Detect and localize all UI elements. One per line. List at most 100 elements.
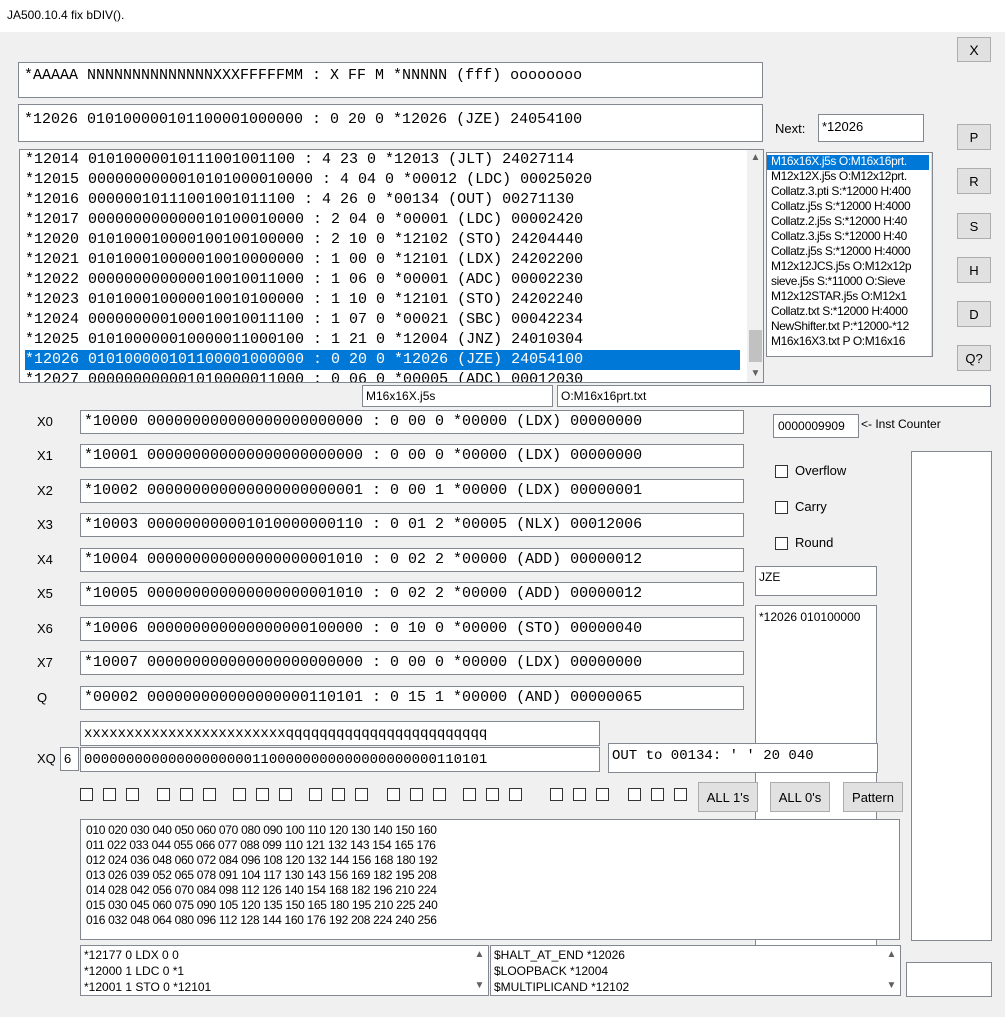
bit-checkbox[interactable] [233, 788, 246, 801]
file-list[interactable]: M16x16X.j5s O:M16x16prt. M12x12X.j5s O:M1… [766, 152, 933, 357]
symbol-line[interactable]: $LOOPBACK *12004 [494, 963, 629, 979]
register-label-x3: X3 [37, 517, 53, 532]
file-list-scrollbar[interactable]: ▲ ▼ [931, 153, 933, 356]
symbol-scrollbar[interactable]: ▲ ▼ [883, 946, 900, 995]
side-button-r[interactable]: R [957, 168, 991, 194]
trace-scrollbar[interactable]: ▲ ▼ [471, 946, 488, 995]
bit-checkbox[interactable] [279, 788, 292, 801]
bit-checkbox[interactable] [674, 788, 687, 801]
program-listing[interactable]: *12014 01010000010111001001100 : 4 23 0 … [19, 149, 764, 383]
listing-row[interactable]: *12025 010100000010000011000100 : 1 21 0… [25, 330, 740, 350]
listing-row[interactable]: *12015 0000000000010101000010000 : 4 04 … [25, 170, 740, 190]
trace-line[interactable]: *12001 1 STO 0 *12101 [84, 979, 211, 995]
file-list-item[interactable]: Collatz.3.pti S:*12000 H:400 [767, 185, 929, 200]
listing-row[interactable]: *12017 000000000000010100010000 : 2 04 0… [25, 210, 740, 230]
close-button[interactable]: X [957, 37, 991, 62]
output-table-line: 016 032 048 064 080 096 112 128 144 160 … [86, 913, 437, 927]
all-zeros-button[interactable]: ALL 0's [770, 782, 830, 812]
symbol-line[interactable]: $MULTIPLICAND *12102 [494, 979, 629, 995]
bit-checkbox[interactable] [628, 788, 641, 801]
bit-checkbox[interactable] [550, 788, 563, 801]
side-button-qq[interactable]: Q? [957, 345, 991, 371]
register-value-x2: *10002 000000000000000000000001 : 0 00 1… [80, 479, 744, 503]
scroll-up-icon[interactable]: ▲ [471, 949, 488, 960]
bit-checkbox[interactable] [103, 788, 116, 801]
bit-checkbox[interactable] [433, 788, 446, 801]
bit-checkbox[interactable] [463, 788, 476, 801]
all-ones-button[interactable]: ALL 1's [698, 782, 758, 812]
flag-checkbox-overflow[interactable] [775, 465, 788, 478]
file-list-item[interactable]: Collatz.3.j5s S:*12000 H:40 [767, 230, 929, 245]
bit-checkbox[interactable] [180, 788, 193, 801]
bit-checkbox[interactable] [486, 788, 499, 801]
next-address-input[interactable]: *12026 [818, 114, 924, 142]
file-list-item[interactable]: M12x12JCS.j5s O:M12x12p [767, 260, 929, 275]
opcode-field: JZE [755, 566, 877, 596]
bit-checkbox[interactable] [651, 788, 664, 801]
listing-scrollbar[interactable]: ▲ ▼ [747, 150, 763, 382]
file-list-item[interactable]: Collatz.j5s S:*12000 H:4000 [767, 200, 929, 215]
side-button-h[interactable]: H [957, 257, 991, 283]
file-list-item[interactable]: M12x12STAR.j5s O:M12x1 [767, 290, 929, 305]
file-list-item[interactable]: NewShifter.txt P:*12000-*12 [767, 320, 929, 335]
file-list-item[interactable]: sieve.j5s S:*11000 O:Sieve [767, 275, 929, 290]
scroll-up-icon[interactable]: ▲ [883, 949, 900, 960]
scroll-thumb[interactable] [749, 330, 762, 362]
register-label-q: Q [37, 690, 48, 705]
flag-checkbox-carry[interactable] [775, 501, 788, 514]
xq-shift-field[interactable]: 6 [60, 747, 79, 771]
bit-checkbox[interactable] [256, 788, 269, 801]
listing-row[interactable]: *12020 010100010000100100100000 : 2 10 0… [25, 230, 740, 250]
trace-line[interactable]: *12000 1 LDC 0 *1 [84, 963, 211, 979]
scroll-down-icon[interactable]: ▼ [471, 980, 488, 991]
side-button-s[interactable]: S [957, 213, 991, 239]
pattern-button[interactable]: Pattern [843, 782, 903, 812]
scroll-up-icon[interactable]: ▲ [747, 152, 763, 163]
file-list-item[interactable]: Collatz.j5s S:*12000 H:4000 [767, 245, 929, 260]
current-instruction-line: *12026 010100000101100001000000 : 0 20 0… [18, 104, 763, 142]
bit-checkbox[interactable] [410, 788, 423, 801]
flag-checkbox-round[interactable] [775, 537, 788, 550]
side-button-d[interactable]: D [957, 301, 991, 327]
title-bar: JA500.10.4 fix bDIV(). [0, 0, 1005, 32]
bit-checkbox[interactable] [332, 788, 345, 801]
trace-list[interactable]: *12177 0 LDX 0 0 *12000 1 LDC 0 *1 *12001 … [80, 945, 489, 996]
scroll-down-icon[interactable]: ▼ [883, 980, 900, 991]
bit-checkbox[interactable] [509, 788, 522, 801]
listing-row[interactable]: *12023 010100010000010010100000 : 1 10 0… [25, 290, 740, 310]
scroll-down-icon[interactable]: ▼ [932, 341, 933, 352]
file-list-item[interactable]: M16x16X3.txt P O:M16x16 [767, 335, 929, 350]
listing-row[interactable]: *12021 010100010000010010000000 : 1 00 0… [25, 250, 740, 270]
bit-checkbox[interactable] [573, 788, 586, 801]
bit-checkbox[interactable] [596, 788, 609, 801]
bit-checkbox[interactable] [355, 788, 368, 801]
scroll-down-icon[interactable]: ▼ [747, 368, 763, 379]
listing-row[interactable]: *12022 000000000000010010011000 : 1 06 0… [25, 270, 740, 290]
source-file-field[interactable]: M16x16X.j5s [362, 385, 553, 407]
trace-line[interactable]: *12177 0 LDX 0 0 [84, 947, 211, 963]
bit-checkbox[interactable] [203, 788, 216, 801]
listing-row[interactable]: *12027 000000000001010000011000 : 0 06 0… [25, 370, 740, 382]
symbol-line[interactable]: $HALT_AT_END *12026 [494, 947, 629, 963]
file-list-item[interactable]: Collatz.txt S:*12000 H:4000 [767, 305, 929, 320]
listing-row[interactable]: *12024 000000000100010010011100 : 1 07 0… [25, 310, 740, 330]
listing-row[interactable]: *12014 01010000010111001001100 : 4 23 0 … [25, 150, 740, 170]
register-label-x6: X6 [37, 621, 53, 636]
bit-checkbox[interactable] [157, 788, 170, 801]
side-button-p[interactable]: P [957, 124, 991, 150]
bit-checkbox[interactable] [126, 788, 139, 801]
bit-checkbox[interactable] [387, 788, 400, 801]
file-list-item[interactable]: M12x12X.j5s O:M12x12prt. [767, 170, 929, 185]
output-table-line: 014 028 042 056 070 084 098 112 126 140 … [86, 883, 437, 897]
bit-checkbox[interactable] [309, 788, 322, 801]
file-list-item[interactable]: Collatz.2.j5s S:*12000 H:40 [767, 215, 929, 230]
scroll-up-icon[interactable]: ▲ [932, 154, 933, 165]
listing-row-selected[interactable]: *12026 010100000101100001000000 : 0 20 0… [25, 350, 740, 370]
output-file-field[interactable]: O:M16x16prt.txt [557, 385, 991, 407]
symbol-list[interactable]: $HALT_AT_END *12026 $LOOPBACK *12004 $MULT… [490, 945, 901, 996]
window-title: JA500.10.4 fix bDIV(). [7, 8, 125, 22]
listing-row[interactable]: *12016 00000010111001001011100 : 4 26 0 … [25, 190, 740, 210]
file-list-item[interactable]: M16x16X.j5s O:M16x16prt. [767, 155, 929, 170]
bit-checkbox[interactable] [80, 788, 93, 801]
command-input[interactable] [906, 962, 992, 997]
